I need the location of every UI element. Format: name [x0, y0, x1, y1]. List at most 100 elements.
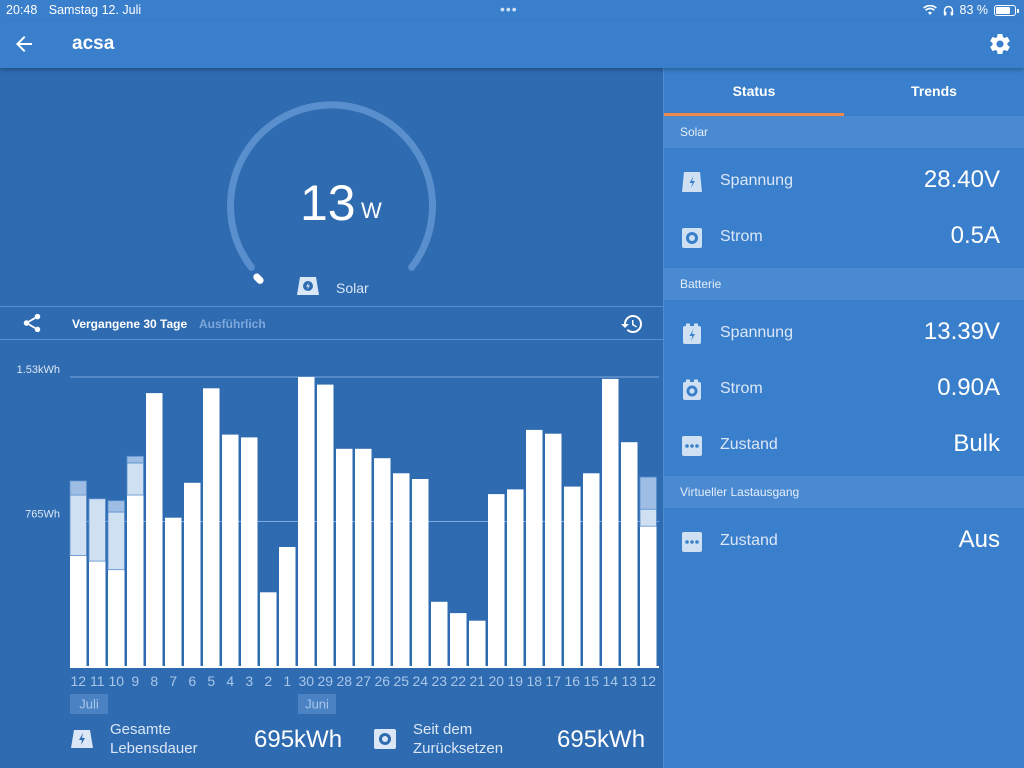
- battery-state-label: Zustand: [720, 436, 778, 453]
- x-tick-label: 11: [90, 673, 105, 689]
- range-tab-30-days[interactable]: Vergangene 30 Tage: [72, 317, 187, 331]
- gear-icon[interactable]: [988, 32, 1012, 56]
- solar-current-row: Strom 0.5A: [664, 210, 1024, 266]
- arrow-left-icon[interactable]: [12, 32, 36, 56]
- x-tick-label: 28: [337, 673, 353, 689]
- chart-bar: [89, 561, 106, 666]
- reset-counter-icon: [374, 729, 396, 749]
- chart-bar: [184, 482, 201, 666]
- chart-bar: [126, 455, 144, 464]
- chart-bar: [507, 489, 524, 666]
- chart-bar: [69, 494, 87, 556]
- chart-bar: [165, 517, 182, 666]
- battery-current-icon: [683, 379, 701, 400]
- chart-bar: [545, 433, 562, 666]
- x-tick-label: 1: [283, 673, 291, 689]
- solar-voltage-row: Spannung 28.40V: [664, 154, 1024, 210]
- tab-trends[interactable]: Trends: [844, 68, 1024, 116]
- chart-bar: [526, 429, 543, 666]
- battery-state-row: Zustand Bulk: [664, 418, 1024, 474]
- chart-bar: [107, 511, 125, 571]
- chart-bar: [355, 448, 372, 666]
- range-tab-detailed[interactable]: Ausführlich: [199, 317, 266, 331]
- status-date: Samstag 12. Juli: [48, 3, 142, 17]
- chart-bar: [126, 462, 144, 496]
- x-tick-label: 18: [527, 673, 543, 689]
- load-state-label: Zustand: [720, 532, 778, 549]
- right-panel: Status Trends Solar Spannung 28.40V Stro…: [663, 68, 1024, 768]
- lifetime-value: 695kWh: [254, 726, 343, 753]
- history-icon[interactable]: [620, 312, 644, 336]
- solar-panel-icon: [297, 277, 319, 295]
- chart-bar: [393, 473, 410, 666]
- battery-voltage-value: 13.39V: [923, 318, 1000, 345]
- chart-bar: [450, 613, 467, 666]
- solar-voltage-label: Spannung: [720, 172, 793, 189]
- solar-power-gauge: 13 W Solar: [0, 68, 663, 306]
- month-label: Juni: [305, 697, 329, 712]
- chart-bar: [336, 448, 353, 666]
- status-time: 20:48: [6, 3, 38, 17]
- x-tick-label: 9: [131, 673, 139, 689]
- x-tick-label: 10: [109, 673, 125, 689]
- chart-bar: [639, 476, 657, 510]
- x-tick-label: 8: [150, 673, 158, 689]
- battery-voltage-icon: [683, 323, 701, 344]
- battery-icon: [994, 4, 1019, 16]
- x-tick-label: 15: [584, 673, 600, 689]
- chart-bar: [431, 601, 448, 666]
- x-tick-label: 12: [71, 673, 87, 689]
- more-dots-icon: [682, 436, 702, 456]
- battery-current-value: 0.90A: [937, 374, 1000, 401]
- chart-bar: [108, 569, 125, 666]
- gauge-unit: W: [361, 198, 382, 223]
- chart-bar: [602, 378, 619, 666]
- section-header-battery: Batterie: [664, 268, 1024, 300]
- share-icon[interactable]: [21, 312, 43, 334]
- status-bar: 20:48 Samstag 12. Juli ••• 83 %: [0, 0, 1024, 20]
- solar-current-label: Strom: [720, 228, 763, 245]
- chart-bar: [412, 479, 429, 666]
- x-tick-label: 30: [299, 673, 315, 689]
- yield-totals: Gesamte Lebensdauer 695kWh Seit dem Zurü…: [0, 718, 663, 768]
- tab-status[interactable]: Status: [664, 68, 844, 116]
- chart-bar: [583, 473, 600, 666]
- x-tick-label: 17: [546, 673, 562, 689]
- x-tick-label: 7: [169, 673, 177, 689]
- daily-yield-chart: 1.53kWh765Wh12 11 10 9 8 7 6 5 4 3 2 1 30 29 28 27 26 25 2…: [17, 364, 659, 714]
- chart-bar: [88, 498, 106, 562]
- battery-voltage-row: Spannung 13.39V: [664, 306, 1024, 362]
- chart-bar: [374, 458, 391, 666]
- y-tick-label: 1.53kWh: [17, 364, 60, 376]
- chart-bar: [69, 480, 87, 496]
- chart-toolbar: Vergangene 30 Tage Ausführlich: [0, 307, 663, 341]
- y-tick-label: 765Wh: [25, 509, 60, 521]
- chart-bar: [70, 555, 87, 666]
- page-title: acsa: [72, 33, 115, 54]
- voltage-icon: [682, 172, 702, 192]
- x-tick-label: 27: [356, 673, 372, 689]
- chart-bar: [317, 384, 334, 666]
- x-tick-label: 13: [622, 673, 638, 689]
- multitask-dots-icon[interactable]: •••: [500, 1, 518, 17]
- chart-bar: [107, 500, 125, 513]
- battery-voltage-label: Spannung: [720, 324, 793, 341]
- section-header-load-output: Virtueller Lastausgang: [664, 476, 1024, 508]
- x-tick-label: 4: [226, 673, 234, 689]
- headphones-icon: [943, 5, 953, 15]
- chart-bar: [241, 437, 258, 666]
- x-tick-label: 12: [641, 673, 657, 689]
- x-tick-label: 16: [565, 673, 581, 689]
- chart-bar: [146, 393, 163, 666]
- battery-current-row: Strom 0.90A: [664, 362, 1024, 418]
- x-tick-label: 29: [318, 673, 334, 689]
- month-label: Juli: [79, 697, 99, 712]
- chart-bar: [639, 508, 657, 527]
- current-icon: [682, 228, 702, 248]
- x-tick-label: 20: [489, 673, 505, 689]
- chart-bar: [260, 592, 277, 666]
- section-header-solar: Solar: [664, 116, 1024, 148]
- chart-bar: [298, 377, 315, 666]
- tab-bar: Status Trends: [664, 68, 1024, 116]
- x-tick-label: 19: [508, 673, 524, 689]
